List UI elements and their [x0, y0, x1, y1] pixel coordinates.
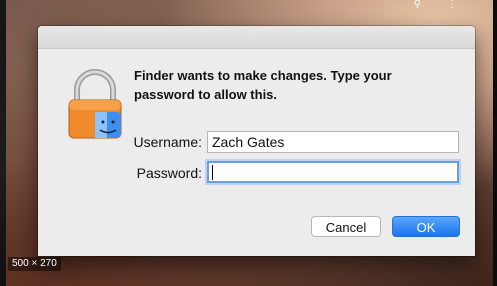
cancel-button[interactable]: Cancel [311, 216, 381, 237]
password-label: Password: [136, 165, 202, 181]
username-field[interactable] [207, 131, 459, 153]
dialog-titlebar [38, 26, 475, 49]
text-cursor [212, 165, 213, 180]
auth-message: Finder wants to make changes. Type your … [134, 68, 392, 102]
username-label: Username: [133, 134, 202, 150]
more-icon[interactable]: ⋮ [447, 0, 457, 10]
ok-button[interactable]: OK [392, 216, 460, 237]
authentication-dialog: Finder wants to make changes. Type your … [38, 26, 475, 256]
password-field[interactable] [207, 161, 459, 183]
lock-finder-icon [68, 69, 122, 139]
link-icon[interactable]: ⚲ [414, 0, 421, 10]
dimensions-badge: 500 × 270 [8, 257, 61, 271]
top-icons: ⚲ ⋮ [414, 0, 457, 10]
right-edge-bar [493, 0, 497, 286]
